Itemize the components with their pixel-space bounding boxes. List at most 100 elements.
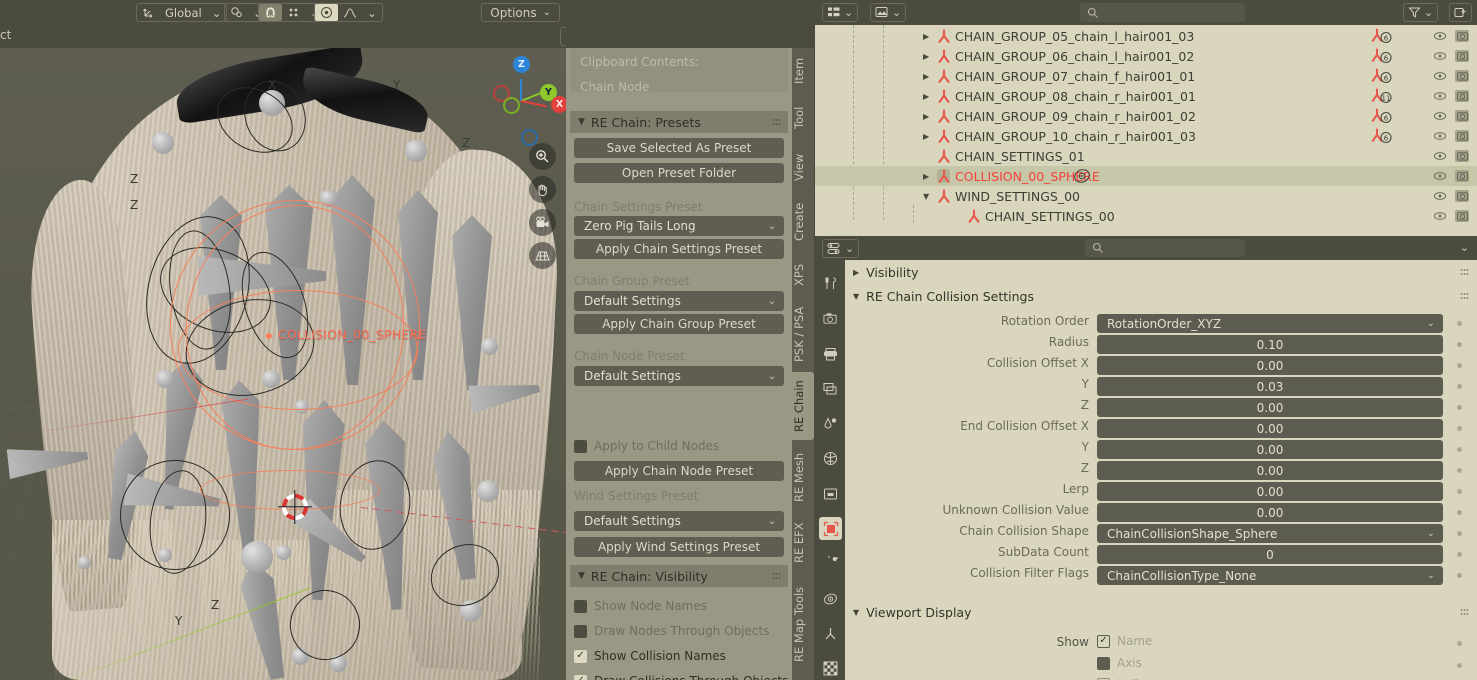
animate-property-dot[interactable] <box>1457 468 1462 473</box>
eye-icon[interactable] <box>1433 31 1447 41</box>
chain-settings-preset-select[interactable]: Zero Pig Tails Long ⌄ <box>574 216 784 236</box>
property-field-z[interactable]: 0.00 <box>1097 461 1443 480</box>
property-field-y[interactable]: 0.03 <box>1097 377 1443 396</box>
table-row[interactable]: ▶ CHAIN_GROUP_10_chain_r_hair001_03 6 <box>815 126 1477 146</box>
sidebar-tab-re-efx[interactable]: RE EFX <box>792 514 814 572</box>
properties-tab-world-icon[interactable] <box>819 447 842 470</box>
magnet-icon[interactable] <box>259 4 282 21</box>
viewport-display-axis-checkbox[interactable]: Axis <box>1097 656 1142 670</box>
panel-header-presets[interactable]: ▼ RE Chain: Presets <box>570 111 788 133</box>
animate-property-dot[interactable] <box>1457 363 1462 368</box>
transform-orientation-value[interactable]: Global <box>160 4 207 21</box>
animate-property-dot[interactable] <box>1457 552 1462 557</box>
sidebar-tab-psk-psa[interactable]: PSK / PSA <box>792 300 814 368</box>
chevron-right-icon[interactable]: ▶ <box>923 52 929 61</box>
sidebar-tab-item[interactable]: Item <box>792 50 814 92</box>
table-row[interactable]: ▶ CHAIN_GROUP_05_chain_l_hair001_03 6 <box>815 26 1477 46</box>
animate-property-dot[interactable] <box>1457 426 1462 431</box>
options-button[interactable]: Options ⌄ <box>481 3 560 22</box>
show-collision-names-checkbox[interactable]: ✓ Show Collision Names <box>574 649 726 663</box>
transform-orientation-group[interactable]: Global ⌄ <box>136 3 228 22</box>
apply-wind-settings-preset-button[interactable]: Apply Wind Settings Preset <box>574 537 784 557</box>
gizmo-neg-y-axis[interactable] <box>503 97 520 114</box>
visibility-group[interactable]: ⌄ <box>560 27 566 46</box>
open-preset-folder-button[interactable]: Open Preset Folder <box>574 163 784 183</box>
animate-property-dot[interactable] <box>1457 384 1462 389</box>
eye-icon[interactable] <box>1433 71 1447 81</box>
animate-property-dot[interactable] <box>1457 663 1462 668</box>
chevron-right-icon[interactable]: ▶ <box>923 132 929 141</box>
save-selected-as-preset-button[interactable]: Save Selected As Preset <box>574 138 784 158</box>
properties-tab-tool-icon[interactable] <box>819 272 842 295</box>
properties-header-chevron[interactable]: ⌄ <box>1460 241 1469 254</box>
chevron-right-icon[interactable]: ▶ <box>923 92 929 101</box>
camera-render-icon[interactable] <box>1455 50 1469 62</box>
eye-icon[interactable] <box>1433 171 1447 181</box>
properties-tab-physics-icon[interactable] <box>819 587 842 610</box>
animate-property-dot[interactable] <box>1457 489 1462 494</box>
camera-render-icon[interactable] <box>1455 70 1469 82</box>
camera-icon[interactable] <box>529 209 556 236</box>
outliner-display-mode-button[interactable]: ⌄ <box>822 3 859 22</box>
sidebar-tab-tool[interactable]: Tool <box>792 96 814 140</box>
apply-to-child-nodes-checkbox[interactable]: Apply to Child Nodes <box>574 439 719 453</box>
properties-tab-collection-icon[interactable] <box>819 482 842 505</box>
eye-icon[interactable] <box>1433 111 1447 121</box>
sidebar-tab-create[interactable]: Create <box>792 194 814 250</box>
draw-nodes-through-objects-checkbox[interactable]: Draw Nodes Through Objects <box>574 624 769 638</box>
section-header-visibility[interactable]: ▶ Visibility <box>853 265 919 280</box>
chain-group-preset-select[interactable]: Default Settings ⌄ <box>574 291 784 311</box>
properties-tab-scene-icon[interactable] <box>819 412 842 435</box>
table-row[interactable]: ▼ WIND_SETTINGS_00 <box>815 186 1477 206</box>
animate-property-dot[interactable] <box>1457 447 1462 452</box>
eye-icon[interactable] <box>1433 51 1447 61</box>
animate-property-dot[interactable] <box>1457 573 1462 578</box>
sidebar-tab-view[interactable]: View <box>792 144 814 190</box>
draw-collisions-through-objects-checkbox[interactable]: ✓ Draw Collisions Through Objects <box>574 674 788 680</box>
outliner-filter-button[interactable]: ⌄ <box>1403 3 1439 22</box>
eye-icon[interactable] <box>1433 211 1447 221</box>
eye-icon[interactable] <box>1433 191 1447 201</box>
camera-render-icon[interactable] <box>1455 190 1469 202</box>
apply-chain-settings-preset-button[interactable]: Apply Chain Settings Preset <box>574 239 784 259</box>
table-row[interactable]: ▶ CHAIN_GROUP_09_chain_r_hair001_02 6 <box>815 106 1477 126</box>
properties-tab-render-icon[interactable] <box>819 307 842 330</box>
chevron-down-icon[interactable]: ⌄ <box>362 4 382 21</box>
animate-property-dot[interactable] <box>1457 405 1462 410</box>
properties-tab-modifier-icon[interactable] <box>819 552 842 575</box>
properties-tab-texture-icon[interactable] <box>819 657 842 680</box>
outliner-search-input[interactable] <box>1080 3 1245 22</box>
camera-render-icon[interactable] <box>1455 170 1469 182</box>
camera-render-icon[interactable] <box>1455 130 1469 142</box>
falloff-curve-icon[interactable] <box>338 4 362 21</box>
navigation-gizmo[interactable]: Z Y X <box>485 52 566 146</box>
pivot-point-icon[interactable] <box>225 4 248 21</box>
property-field-collision-offset-x[interactable]: 0.00 <box>1097 356 1443 375</box>
grid-icon[interactable] <box>529 242 556 269</box>
property-field-lerp[interactable]: 0.00 <box>1097 482 1443 501</box>
panel-header-visibility[interactable]: ▼ RE Chain: Visibility <box>570 565 788 587</box>
property-field-subdata-count[interactable]: 0 <box>1097 545 1443 564</box>
animate-property-dot[interactable] <box>1457 510 1462 515</box>
gizmo-x-axis[interactable]: X <box>551 96 566 113</box>
property-field-y[interactable]: 0.00 <box>1097 440 1443 459</box>
apply-chain-node-preset-button[interactable]: Apply Chain Node Preset <box>574 461 784 481</box>
property-field-rotation-order[interactable]: RotationOrder_XYZ ⌄ <box>1097 314 1443 333</box>
gizmo-neg-z-axis[interactable] <box>521 129 538 146</box>
chain-node-preset-select[interactable]: Default Settings ⌄ <box>574 366 784 386</box>
apply-chain-group-preset-button[interactable]: Apply Chain Group Preset <box>574 314 784 334</box>
animate-property-dot[interactable] <box>1457 321 1462 326</box>
camera-render-icon[interactable] <box>1455 150 1469 162</box>
visibility-eye-icon[interactable] <box>561 28 566 45</box>
outliner-filter-id-button[interactable]: ⌄ <box>870 3 907 22</box>
proportional-edit-icon[interactable] <box>315 4 338 21</box>
chevron-right-icon[interactable]: ▶ <box>923 172 929 181</box>
chevron-right-icon[interactable]: ▶ <box>923 32 929 41</box>
camera-render-icon[interactable] <box>1455 210 1469 222</box>
properties-tab-object-icon[interactable] <box>819 517 842 540</box>
property-field-radius[interactable]: 0.10 <box>1097 335 1443 354</box>
eye-icon[interactable] <box>1433 151 1447 161</box>
wind-settings-preset-select[interactable]: Default Settings ⌄ <box>574 511 784 531</box>
proportional-edit-group[interactable]: ⌄ <box>314 3 383 22</box>
eye-icon[interactable] <box>1433 91 1447 101</box>
